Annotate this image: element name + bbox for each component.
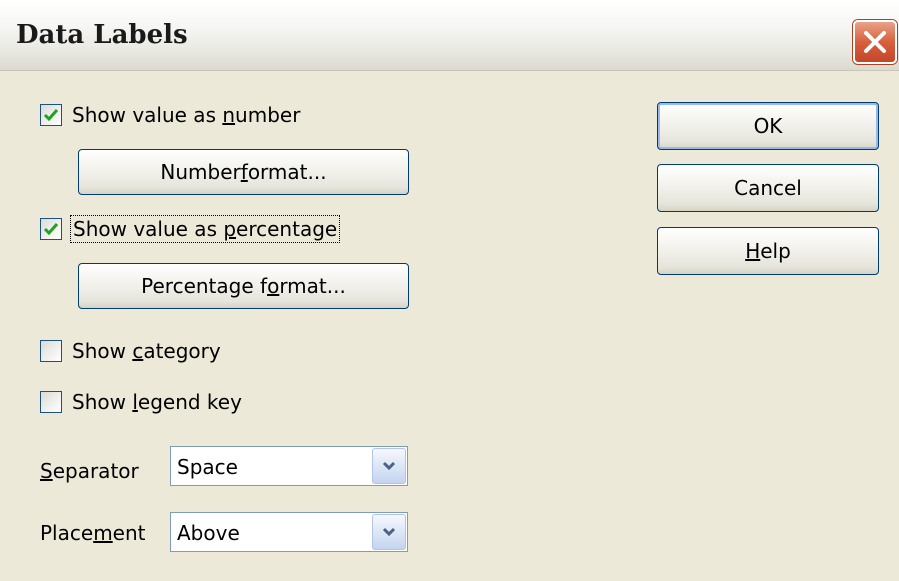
chevron-down-icon [382,461,396,471]
show-value-percentage-checkbox[interactable] [40,218,62,240]
cancel-button-label: Cancel [734,176,802,200]
show-value-number-option[interactable]: Show value as number [40,101,302,129]
separator-label: Separator [40,459,139,483]
show-value-percentage-option[interactable]: Show value as percentage [40,215,341,243]
show-category-label: Show category [72,339,221,363]
show-category-checkbox[interactable] [40,340,62,362]
placement-dropdown-button[interactable] [372,514,406,550]
checkmark-icon [43,223,59,236]
percentage-format-button[interactable]: Percentage f o rmat... [78,263,409,309]
show-legend-key-option[interactable]: Show legend key [40,388,244,416]
show-value-number-checkbox[interactable] [40,104,62,126]
data-labels-dialog: Data Labels Show value as number Number … [0,0,899,581]
chevron-down-icon [382,527,396,537]
ok-button[interactable]: OK [657,102,879,150]
number-format-button[interactable]: Number f ormat... [78,149,409,195]
show-legend-key-checkbox[interactable] [40,391,62,413]
title-bar: Data Labels [0,0,899,71]
dialog-title: Data Labels [16,20,188,50]
show-value-number-label: Show value as number [72,103,301,127]
placement-label: Placement [40,521,146,545]
placement-value: Above [177,521,240,545]
show-value-percentage-label: Show value as percentage [70,215,341,243]
ok-button-label: OK [753,114,783,138]
separator-select[interactable]: Space [170,446,408,486]
separator-value: Space [177,455,238,479]
show-category-option[interactable]: Show category [40,337,223,365]
separator-dropdown-button[interactable] [372,448,406,484]
checkmark-icon [43,109,59,122]
help-button[interactable]: Help [657,227,879,275]
close-button[interactable] [853,20,897,64]
cancel-button[interactable]: Cancel [657,164,879,212]
placement-select[interactable]: Above [170,512,408,552]
close-x-icon [864,31,886,53]
help-button-label: Help [745,239,791,263]
show-legend-key-label: Show legend key [72,390,242,414]
